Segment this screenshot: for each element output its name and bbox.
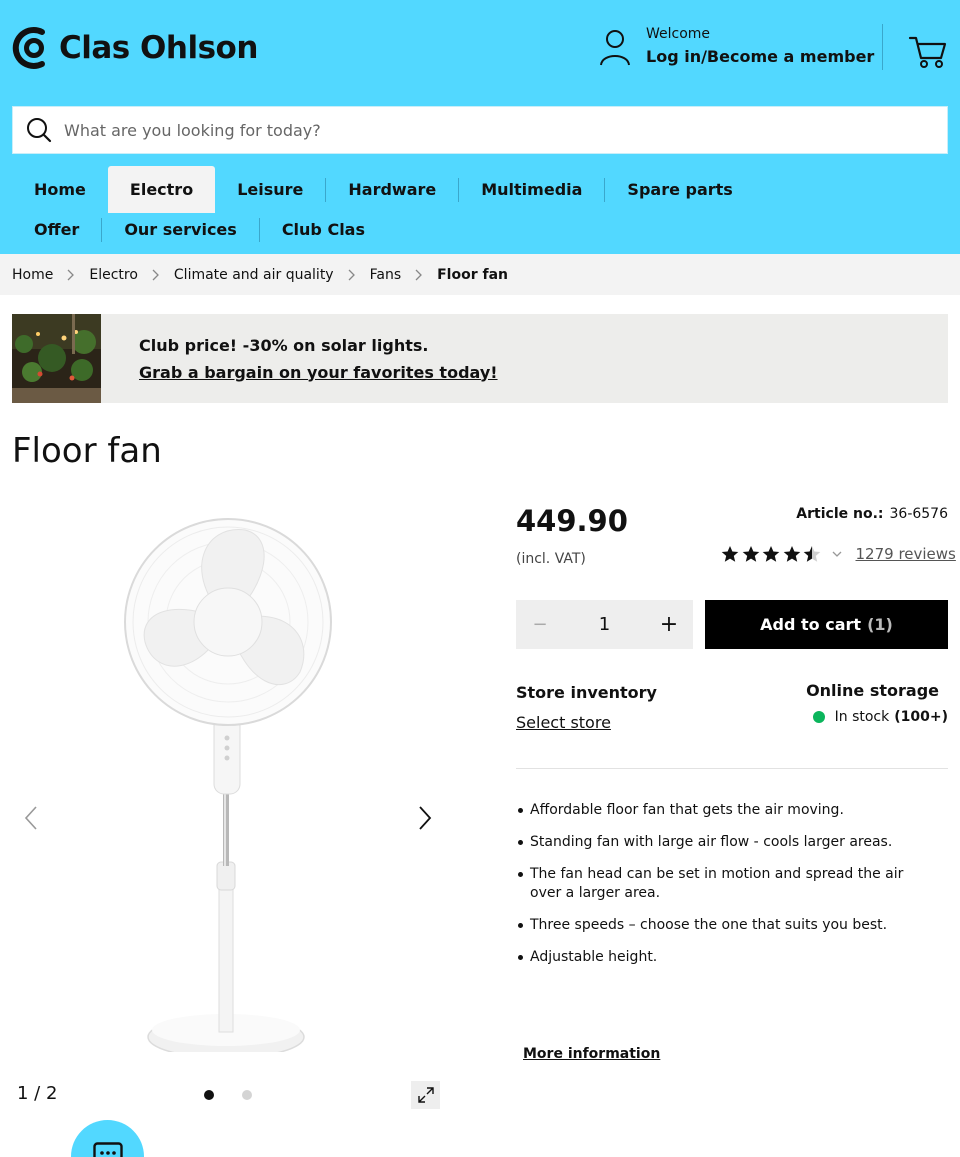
- search-bar: [12, 106, 948, 154]
- chevron-right-icon[interactable]: [417, 804, 433, 832]
- chevron-right-icon: [152, 269, 159, 280]
- divider: [516, 768, 948, 769]
- add-to-cart-button[interactable]: Add to cart (1): [705, 600, 948, 649]
- gallery-dot[interactable]: [242, 1090, 252, 1100]
- nav-item-multimedia[interactable]: Multimedia: [459, 166, 604, 213]
- product-image[interactable]: [110, 512, 350, 1052]
- breadcrumb-current: Floor fan: [437, 266, 508, 283]
- account-icon: [600, 30, 630, 66]
- chevron-left-icon[interactable]: [23, 804, 39, 832]
- logo-text: Clas Ohlson: [59, 30, 258, 66]
- vat-note: (incl. VAT): [516, 551, 586, 567]
- select-store-link[interactable]: Select store: [516, 713, 611, 732]
- cart-icon[interactable]: [908, 34, 948, 70]
- search-icon[interactable]: [26, 117, 52, 143]
- list-item: Adjustable height.: [516, 948, 936, 967]
- list-item: Three speeds – choose the one that suits…: [516, 916, 936, 935]
- product-title: Floor fan: [12, 431, 162, 471]
- login-link[interactable]: Log in/Become a member: [646, 47, 874, 66]
- list-item: Standing fan with large air flow - cools…: [516, 833, 936, 852]
- nav-item-spare-parts[interactable]: Spare parts: [605, 166, 754, 213]
- promo-title: Club price! -30% on solar lights.: [139, 335, 429, 355]
- breadcrumb-climate[interactable]: Climate and air quality: [174, 267, 334, 283]
- reviews-link[interactable]: 1279 reviews: [856, 545, 956, 563]
- list-item: The fan head can be set in motion and sp…: [516, 865, 936, 903]
- main-nav-row-2: Offer Our services Club Clas: [12, 213, 387, 246]
- welcome-text: Welcome: [646, 26, 711, 42]
- product-price: 449.90: [516, 504, 628, 538]
- promo-banner[interactable]: Club price! -30% on solar lights. Grab a…: [12, 314, 948, 403]
- nav-item-leisure[interactable]: Leisure: [215, 166, 325, 213]
- logo-mark-icon: [12, 27, 45, 69]
- breadcrumb-electro[interactable]: Electro: [89, 267, 138, 283]
- store-inventory-title: Store inventory: [516, 683, 657, 702]
- star-icon: [742, 546, 759, 562]
- star-icon: [783, 546, 800, 562]
- account-link[interactable]: Welcome Log in/Become a member: [598, 24, 874, 68]
- nav-item-home[interactable]: Home: [12, 166, 108, 213]
- header-divider: [882, 24, 883, 70]
- article-label: Article no.:: [796, 506, 884, 522]
- more-information-link[interactable]: More information: [523, 1046, 660, 1062]
- product-gallery: [0, 500, 460, 1060]
- main-nav-row-1: Home Electro Leisure Hardware Multimedia…: [12, 166, 755, 213]
- star-icon: [803, 546, 821, 562]
- nav-item-club-clas[interactable]: Club Clas: [260, 213, 387, 246]
- chevron-right-icon: [67, 269, 75, 280]
- breadcrumb-fans[interactable]: Fans: [370, 267, 402, 283]
- cart-count: (1): [867, 615, 893, 634]
- nav-item-hardware[interactable]: Hardware: [326, 166, 458, 213]
- stock-count: (100+): [894, 709, 948, 725]
- breadcrumb: Home Electro Climate and air quality Fan…: [0, 254, 960, 295]
- list-item: Affordable floor fan that gets the air m…: [516, 801, 936, 820]
- chevron-down-icon[interactable]: [832, 550, 842, 558]
- nav-item-our-services[interactable]: Our services: [102, 213, 259, 246]
- logo[interactable]: Clas Ohlson: [12, 24, 258, 72]
- search-input[interactable]: [64, 120, 904, 140]
- feature-list: Affordable floor fan that gets the air m…: [516, 801, 936, 980]
- add-to-cart-label: Add to cart: [760, 615, 862, 634]
- article-number: Article no.: 36-6576: [796, 506, 948, 522]
- nav-item-offer[interactable]: Offer: [12, 213, 101, 246]
- promo-image: [12, 314, 101, 403]
- rating: 1279 reviews: [721, 545, 956, 563]
- quantity-decrease-button[interactable]: −: [516, 600, 564, 649]
- chat-icon: [93, 1142, 123, 1157]
- gallery-counter: 1 / 2: [17, 1083, 58, 1104]
- nav-item-electro[interactable]: Electro: [107, 166, 216, 213]
- article-value: 36-6576: [889, 506, 949, 522]
- chat-button[interactable]: [71, 1120, 144, 1157]
- gallery-dot-active[interactable]: [204, 1090, 214, 1100]
- expand-icon: [417, 1087, 434, 1103]
- chevron-right-icon: [348, 269, 355, 280]
- site-header: Clas Ohlson Welcome Log in/Become a memb…: [0, 0, 960, 254]
- online-storage-title: Online storage: [806, 681, 939, 700]
- stock-status-text: In stock: [834, 709, 890, 725]
- expand-button[interactable]: [411, 1081, 440, 1109]
- quantity-stepper: − +: [516, 600, 693, 649]
- promo-link[interactable]: Grab a bargain on your favorites today!: [139, 363, 498, 382]
- stock-indicator: [812, 711, 825, 723]
- chevron-right-icon: [415, 269, 423, 280]
- rating-stars[interactable]: [721, 545, 824, 563]
- star-icon: [721, 546, 739, 562]
- stock-status: In stock (100+): [812, 709, 948, 725]
- quantity-input[interactable]: [574, 614, 635, 635]
- quantity-increase-button[interactable]: +: [645, 600, 693, 649]
- star-icon: [762, 546, 780, 562]
- breadcrumb-home[interactable]: Home: [12, 267, 53, 283]
